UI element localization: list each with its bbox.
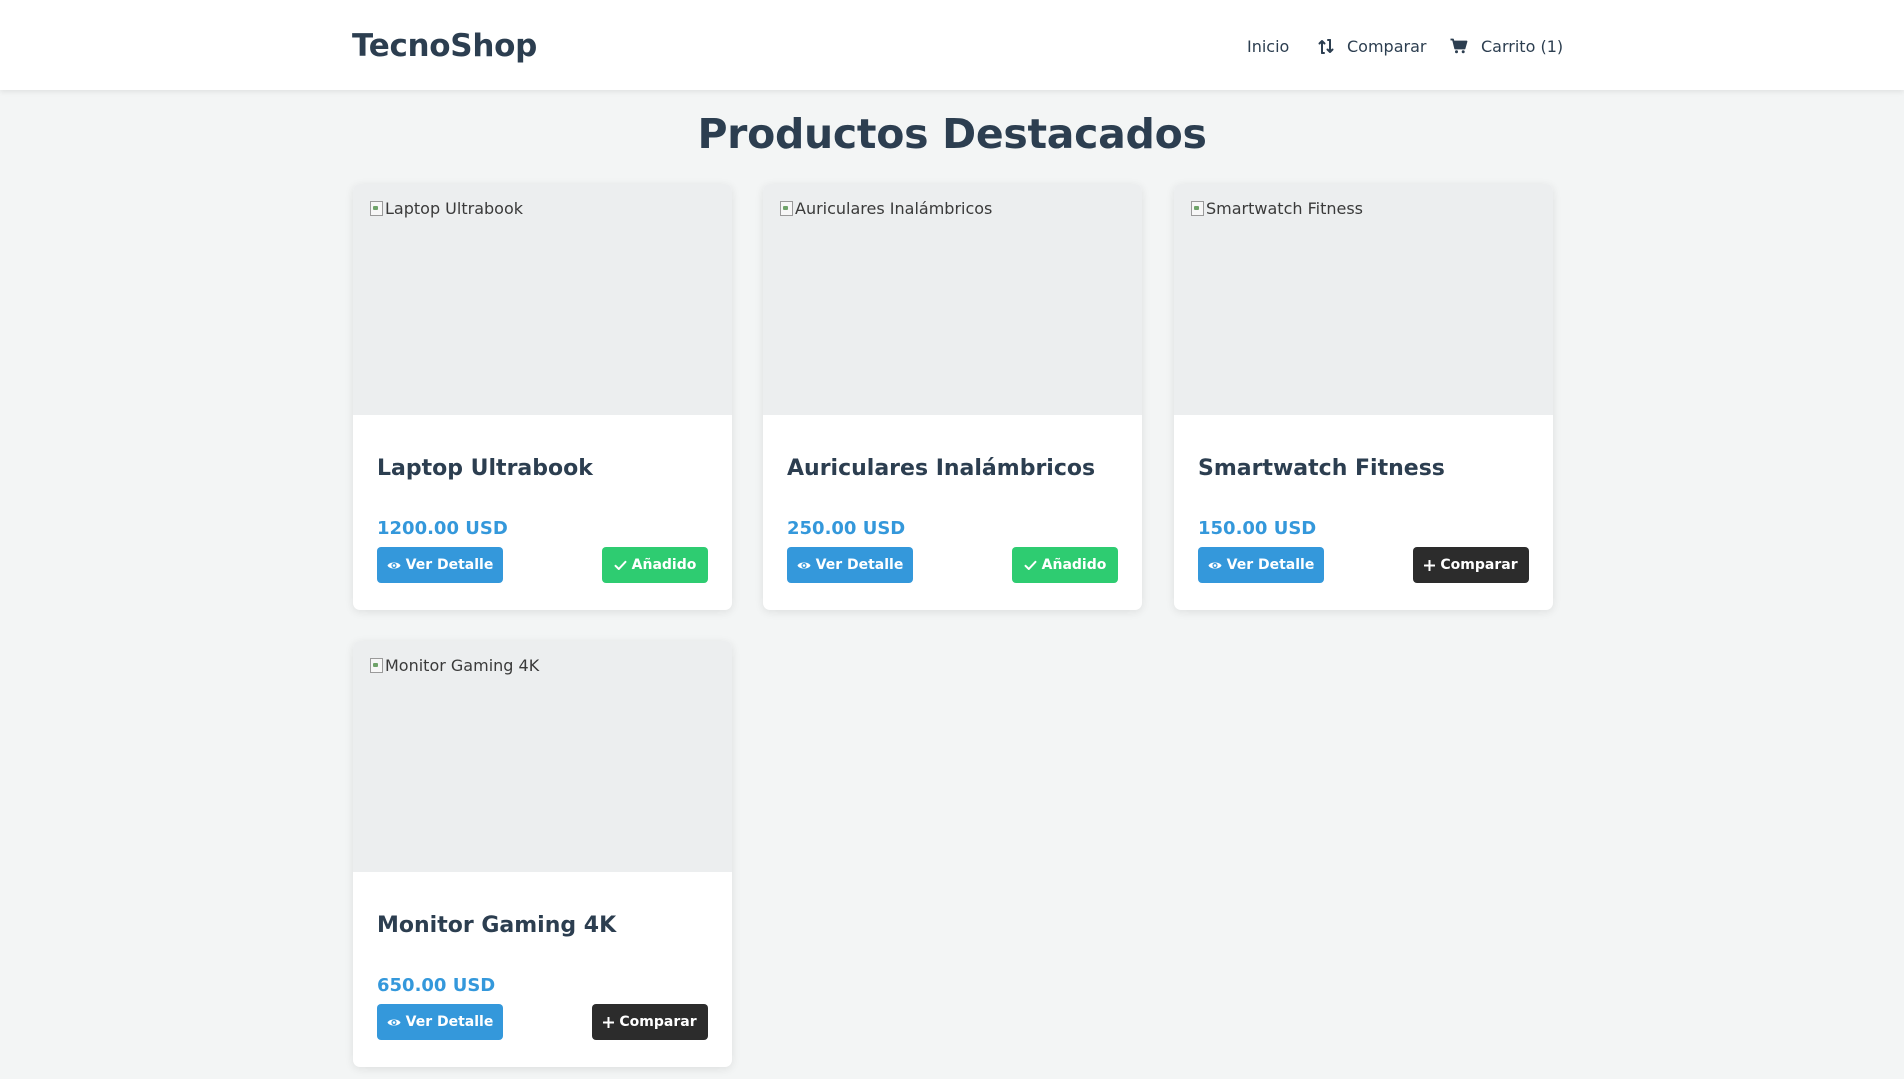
added-button[interactable]: Añadido (1012, 547, 1118, 583)
product-card: Laptop Ultrabook Laptop Ultrabook 1200.0… (353, 184, 732, 610)
plus-icon (603, 1016, 615, 1028)
product-image: Auriculares Inalámbricos (763, 184, 1142, 415)
eye-icon (1208, 562, 1222, 568)
check-icon (614, 560, 627, 570)
add-compare-button[interactable]: Comparar (1413, 547, 1529, 583)
product-image: Laptop Ultrabook (353, 184, 732, 415)
product-image-alt: Smartwatch Fitness (1206, 199, 1363, 218)
product-card: Monitor Gaming 4K Monitor Gaming 4K 650.… (353, 641, 732, 1067)
add-compare-label: Comparar (619, 1014, 697, 1030)
broken-image: Monitor Gaming 4K (369, 656, 539, 675)
nav-home-label: Inicio (1247, 36, 1290, 56)
product-image-alt: Auriculares Inalámbricos (795, 199, 993, 218)
plus-icon (1424, 559, 1436, 571)
broken-image-icon (1190, 200, 1206, 216)
add-compare-label: Comparar (1440, 557, 1518, 573)
page-title: Productos Destacados (697, 110, 1207, 158)
product-price: 650.00 USD (377, 975, 496, 996)
site-header: TecnoShop Inicio Comparar Carrito (1) (0, 0, 1904, 90)
product-image-alt: Monitor Gaming 4K (385, 656, 540, 675)
product-price: 1200.00 USD (377, 518, 508, 539)
view-detail-label: Ver Detalle (1226, 557, 1315, 573)
view-detail-button[interactable]: Ver Detalle (377, 547, 503, 583)
product-name: Auriculares Inalámbricos (787, 456, 1096, 481)
product-name: Monitor Gaming 4K (377, 913, 617, 938)
nav-cart-label: Carrito (1) (1481, 36, 1564, 56)
nav-home-link[interactable]: Inicio (1247, 34, 1289, 58)
broken-image: Auriculares Inalámbricos (779, 199, 992, 218)
broken-image: Laptop Ultrabook (369, 199, 523, 218)
broken-image-icon (779, 200, 795, 216)
nav-compare-label: Comparar (1347, 36, 1427, 56)
broken-image-icon (369, 200, 385, 216)
compare-arrows-icon (1318, 38, 1334, 54)
eye-icon (387, 562, 401, 568)
view-detail-button[interactable]: Ver Detalle (787, 547, 913, 583)
product-name: Laptop Ultrabook (377, 456, 593, 481)
check-icon (1024, 560, 1037, 570)
main-nav: Inicio Comparar Carrito (1) (0, 34, 1904, 58)
added-label: Añadido (631, 557, 697, 573)
view-detail-label: Ver Detalle (405, 557, 494, 573)
product-image: Smartwatch Fitness (1174, 184, 1553, 415)
add-compare-button[interactable]: Comparar (592, 1004, 708, 1040)
view-detail-label: Ver Detalle (815, 557, 904, 573)
view-detail-button[interactable]: Ver Detalle (377, 1004, 503, 1040)
product-name: Smartwatch Fitness (1198, 456, 1445, 481)
added-button[interactable]: Añadido (602, 547, 708, 583)
broken-image-icon (369, 657, 385, 673)
nav-compare-link[interactable]: Comparar (1318, 34, 1426, 58)
product-card: Smartwatch Fitness Smartwatch Fitness 15… (1174, 184, 1553, 610)
product-price: 150.00 USD (1198, 518, 1317, 539)
shopping-cart-icon (1450, 38, 1468, 54)
added-label: Añadido (1041, 557, 1107, 573)
eye-icon (387, 1019, 401, 1025)
eye-icon (797, 562, 811, 568)
view-detail-button[interactable]: Ver Detalle (1198, 547, 1324, 583)
broken-image: Smartwatch Fitness (1190, 199, 1363, 218)
view-detail-label: Ver Detalle (405, 1014, 494, 1030)
product-image-alt: Laptop Ultrabook (385, 199, 523, 218)
product-image: Monitor Gaming 4K (353, 641, 732, 872)
product-price: 250.00 USD (787, 518, 906, 539)
nav-cart-link[interactable]: Carrito (1) (1450, 34, 1563, 58)
product-card: Auriculares Inalámbricos Auriculares Ina… (763, 184, 1142, 610)
